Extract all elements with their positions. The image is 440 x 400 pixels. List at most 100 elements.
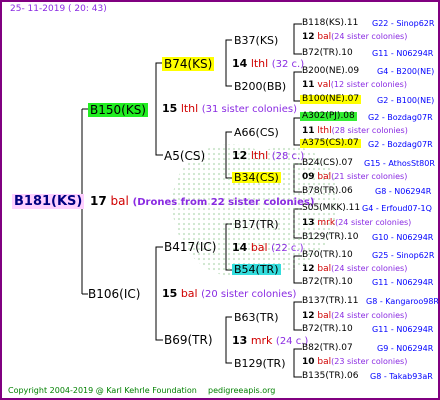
gen4-num-3: 11 (302, 126, 315, 136)
gen2-abbr-2: lthl (250, 149, 269, 162)
gen2-queen-3: B417(IC) (164, 240, 217, 254)
gen1-num-1: 15 (162, 102, 178, 115)
gen3-queen-8: B129(TR) (234, 357, 286, 370)
gen4-bot-code-7: G11 - N06294R (372, 325, 434, 334)
gen4-mid-4: 09 bal(21 sister colonies) (302, 173, 407, 182)
gen3-queen-4: B34(CS) (232, 171, 281, 184)
gen1-abbr-2: bal (180, 287, 198, 300)
gen4-bot-code-6: G11 - N06294R (372, 278, 434, 287)
gen3-queen-1: B37(KS) (234, 34, 279, 47)
gen4-top-code-1: G22 - Sinop62R (372, 19, 435, 28)
gen4-top-code-7: G8 - Kangaroo98R (366, 297, 439, 306)
gen4-top-code-2: G4 - B200(NE) (377, 67, 435, 76)
gen4-abbr-2: val (317, 80, 331, 90)
gen4-bot-4: B78(TR).06 (302, 186, 353, 196)
gen4-abbr-3: lthl (317, 126, 332, 136)
gen2-num-4: 13 (232, 334, 248, 347)
gen4-top-8: B82(TR).07 (302, 343, 353, 353)
gen4-mid-5: 13 mrk(24 sister colonies) (302, 219, 411, 228)
gen4-abbr-6: bal (317, 264, 332, 274)
gen4-abbr-7: bal (317, 311, 332, 321)
gen3-queen-2: B200(BB) (234, 80, 287, 93)
gen4-bot-6: B72(TR).10 (302, 277, 353, 287)
footer-site-link[interactable]: pedigreeapis.org (208, 387, 275, 395)
root-drone-info: 17 bal (Drones from 22 sister colonies) (90, 195, 314, 208)
gen2-queen-2: A5(CS) (164, 149, 206, 163)
gen2-num-3: 14 (232, 241, 248, 254)
gen4-top-3: A302(PJ).08 (300, 111, 357, 121)
gen4-top-5: S05(MKK).11 (302, 203, 361, 213)
gen2-queen-1: B74(KS) (162, 57, 215, 71)
gen2-drone-info-4: 13 mrk (24 c.) (232, 335, 308, 347)
gen4-bot-7: B72(TR).10 (302, 324, 353, 334)
gen2-note-1: (32 c.) (271, 59, 305, 70)
gen4-bot-code-3: G2 - Bozdag07R (368, 140, 433, 149)
gen4-note-2: (12 sister colonies) (330, 80, 407, 89)
gen2-queen-4: B69(TR) (164, 333, 213, 347)
gen4-num-8: 10 (302, 357, 315, 367)
gen4-note-4: (21 sister colonies) (331, 172, 408, 181)
gen1-abbr-1: lthl (180, 102, 199, 115)
gen4-bot-code-2: G2 - B100(NE) (377, 96, 435, 105)
gen4-top-7: B137(TR).11 (302, 296, 359, 306)
gen4-note-3: (28 sister colonies) (331, 126, 408, 135)
gen4-top-2: B200(NE).09 (302, 66, 360, 76)
gen4-num-6: 12 (302, 264, 315, 274)
gen4-abbr-5: mrk (317, 218, 336, 228)
gen4-abbr-8: bal (317, 357, 332, 367)
gen4-mid-3: 11 lthl(28 sister colonies) (302, 127, 408, 136)
gen4-bot-code-1: G11 - N06294R (372, 49, 434, 58)
gen4-bot-2: B100(NE).07 (300, 94, 362, 104)
gen3-queen-7: B63(TR) (234, 311, 279, 324)
gen2-abbr-1: lthl (250, 57, 269, 70)
gen2-drone-info-1: 14 lthl (32 c.) (232, 58, 304, 70)
gen4-top-code-5: G4 - Erfoud07-1Q (362, 204, 432, 213)
gen2-drone-info-3: 14 bal (22 c.) (232, 242, 303, 254)
gen4-abbr-4: bal (317, 172, 332, 182)
gen2-num-1: 14 (232, 57, 248, 70)
gen4-note-6: (24 sister colonies) (331, 264, 408, 273)
gen4-mid-2: 11 val(12 sister colonies) (302, 81, 407, 90)
gen4-bot-code-8: G8 - Takab93aR (370, 372, 433, 381)
gen4-bot-5: B129(TR).10 (302, 232, 359, 242)
gen4-bot-code-5: G10 - N06294R (372, 233, 434, 242)
gen2-note-2: (28 c.) (271, 151, 305, 162)
gen4-top-6: B70(TR).10 (302, 250, 353, 260)
gen4-top-code-3: G2 - Bozdag07R (368, 113, 433, 122)
gen4-num-2: 11 (302, 80, 315, 90)
footer-copyright: Copyright 2004-2019 @ Karl Kehrle Founda… (8, 386, 197, 395)
gen1-drone-info-2: 15 bal (20 sister colonies) (162, 288, 296, 300)
gen4-num-5: 13 (302, 218, 315, 228)
gen4-mid-1: 12 bal(24 sister colonies) (302, 33, 407, 42)
root-queen-name: B181(KS) (12, 194, 85, 209)
gen4-top-1: B118(KS).11 (302, 18, 359, 28)
gen4-mid-8: 10 bal(23 sister colonies) (302, 358, 407, 367)
root-num: 17 (90, 194, 107, 208)
gen2-drone-info-2: 12 lthl (28 c.) (232, 150, 304, 162)
gen4-note-5: (24 sister colonies) (335, 218, 412, 227)
gen4-abbr-1: bal (317, 32, 332, 42)
gen4-mid-7: 12 bal(24 sister colonies) (302, 312, 407, 321)
gen1-drone-info-1: 15 lthl (31 sister colonies) (162, 103, 297, 115)
root-note: (Drones from 22 sister colonies) (132, 197, 315, 208)
gen4-note-7: (24 sister colonies) (331, 311, 408, 320)
gen1-note-2: (20 sister colonies) (201, 289, 297, 300)
gen4-note-8: (23 sister colonies) (331, 357, 408, 366)
gen2-note-3: (22 c.) (271, 243, 304, 254)
gen3-queen-6: B54(TR) (232, 263, 281, 276)
gen1-num-2: 15 (162, 287, 178, 300)
gen4-bot-3: A375(CS).07 (300, 138, 361, 148)
gen4-num-4: 09 (302, 172, 315, 182)
gen1-queen-1: B150(KS) (88, 103, 148, 117)
pedigree-frame: 25- 11-2019 ( 20: 43) B181(KS) 17 bal (D… (0, 0, 440, 400)
gen2-abbr-4: mrk (250, 334, 273, 347)
gen4-bot-code-4: G8 - N06294R (375, 187, 432, 196)
gen3-queen-3: A66(CS) (234, 126, 279, 139)
gen4-num-7: 12 (302, 311, 315, 321)
date-stamp: 25- 11-2019 ( 20: 43) (10, 4, 107, 14)
root-abbr: bal (110, 194, 129, 208)
gen1-queen-2: B106(IC) (88, 287, 141, 301)
gen2-abbr-3: bal (250, 241, 268, 254)
gen4-num-1: 12 (302, 32, 315, 42)
gen3-queen-5: B17(TR) (234, 218, 279, 231)
